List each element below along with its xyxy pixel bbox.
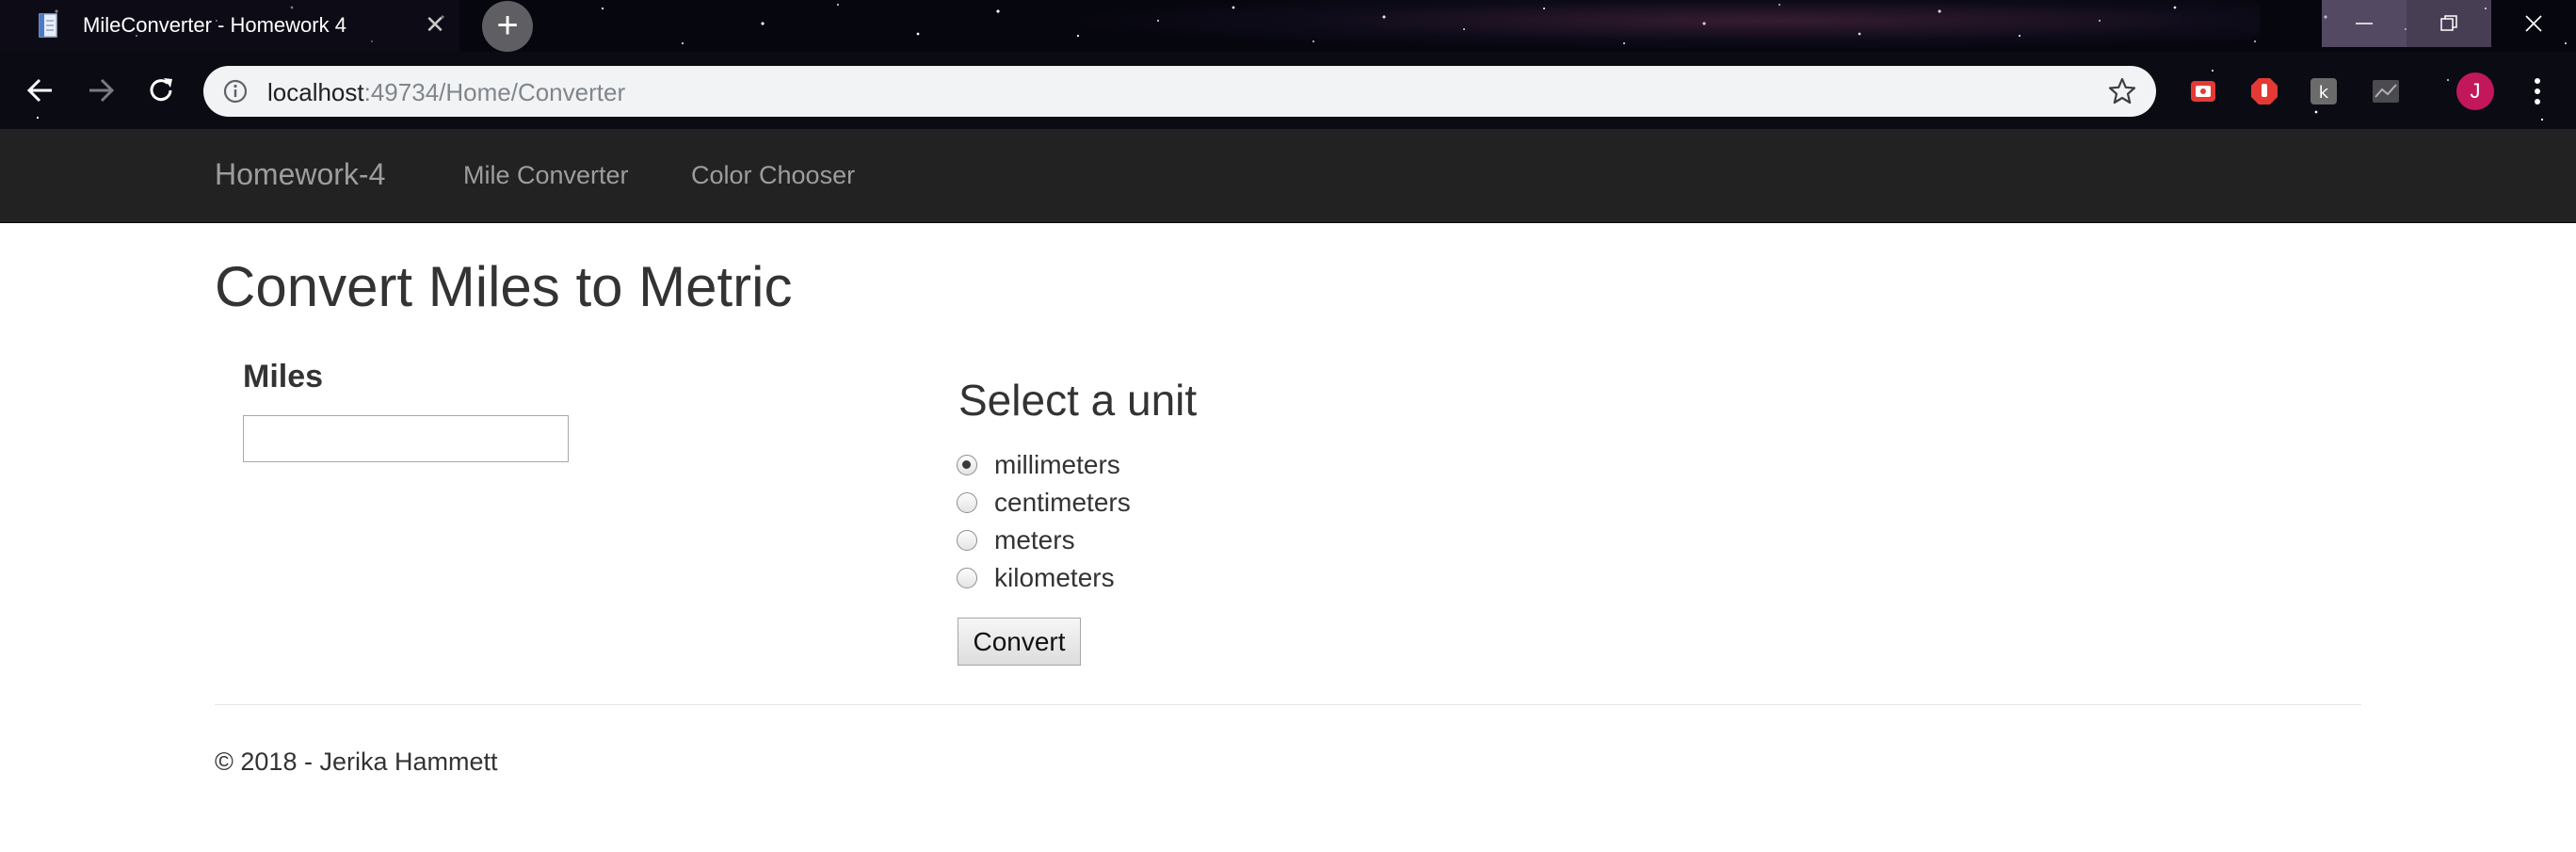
tab-close-icon[interactable]: ✕ (422, 11, 448, 38)
window-close-button[interactable] (2491, 0, 2576, 47)
browser-toolbar: localhost:49734/Home/Converter k J (0, 52, 2576, 129)
nav-link-color-chooser[interactable]: Color Chooser (691, 161, 855, 190)
radio-millimeters[interactable] (957, 455, 977, 475)
reload-button[interactable] (137, 67, 185, 114)
nav-link-mile-converter[interactable]: Mile Converter (463, 161, 629, 190)
browser-tab[interactable]: MileConverter - Homework 4 ✕ (0, 0, 459, 52)
radio-centimeters[interactable] (957, 492, 977, 513)
miles-input[interactable] (243, 415, 569, 462)
avatar[interactable]: J (2456, 72, 2494, 110)
url-text[interactable]: localhost:49734/Home/Converter (267, 78, 625, 107)
info-icon[interactable] (222, 78, 249, 104)
new-tab-button[interactable]: + (482, 1, 533, 52)
navbar-brand[interactable]: Homework-4 (215, 157, 385, 192)
forward-arrow-icon (89, 78, 115, 103)
radio-label: millimeters (994, 450, 1120, 479)
star-icon[interactable] (2107, 76, 2137, 106)
minimize-icon (2356, 23, 2373, 24)
unit-option-millimeters[interactable]: millimeters (957, 448, 1120, 482)
document-icon (39, 13, 57, 38)
forward-button[interactable] (77, 67, 124, 114)
radio-label: meters (994, 525, 1075, 555)
window-controls (2322, 0, 2576, 47)
extension-icon[interactable] (2188, 76, 2218, 106)
menu-icon[interactable] (2523, 71, 2552, 112)
adblock-icon[interactable] (2249, 76, 2279, 106)
extension-icon[interactable]: k (2309, 76, 2339, 106)
extension-icon[interactable] (2371, 76, 2401, 106)
convert-button[interactable]: Convert (958, 618, 1081, 666)
reload-icon (150, 78, 172, 102)
divider (215, 704, 2361, 705)
browser-tabstrip: MileConverter - Homework 4 ✕ + (0, 0, 2576, 52)
radio-label: kilometers (994, 563, 1115, 592)
miles-label: Miles (243, 359, 324, 394)
site-navbar: Homework-4 Mile Converter Color Chooser (0, 129, 2576, 223)
back-arrow-icon (26, 78, 52, 103)
radio-kilometers[interactable] (957, 568, 977, 588)
restore-icon (2440, 15, 2457, 31)
tab-title: MileConverter - Homework 4 (83, 13, 346, 37)
page-title: Convert Miles to Metric (215, 255, 793, 318)
back-button[interactable] (17, 67, 64, 114)
svg-text:k: k (2319, 83, 2329, 103)
unit-heading: Select a unit (958, 376, 1198, 425)
address-bar[interactable]: localhost:49734/Home/Converter (203, 66, 2156, 117)
url-host: localhost (267, 78, 364, 106)
radio-meters[interactable] (957, 530, 977, 551)
unit-option-meters[interactable]: meters (957, 523, 1075, 557)
minimize-button[interactable] (2322, 0, 2407, 47)
radio-label: centimeters (994, 488, 1131, 517)
footer-text: © 2018 - Jerika Hammett (215, 748, 498, 776)
restore-button[interactable] (2407, 0, 2491, 47)
unit-option-kilometers[interactable]: kilometers (957, 561, 1115, 595)
close-icon (2525, 15, 2542, 32)
unit-option-centimeters[interactable]: centimeters (957, 486, 1131, 520)
url-path: :49734/Home/Converter (363, 78, 626, 106)
